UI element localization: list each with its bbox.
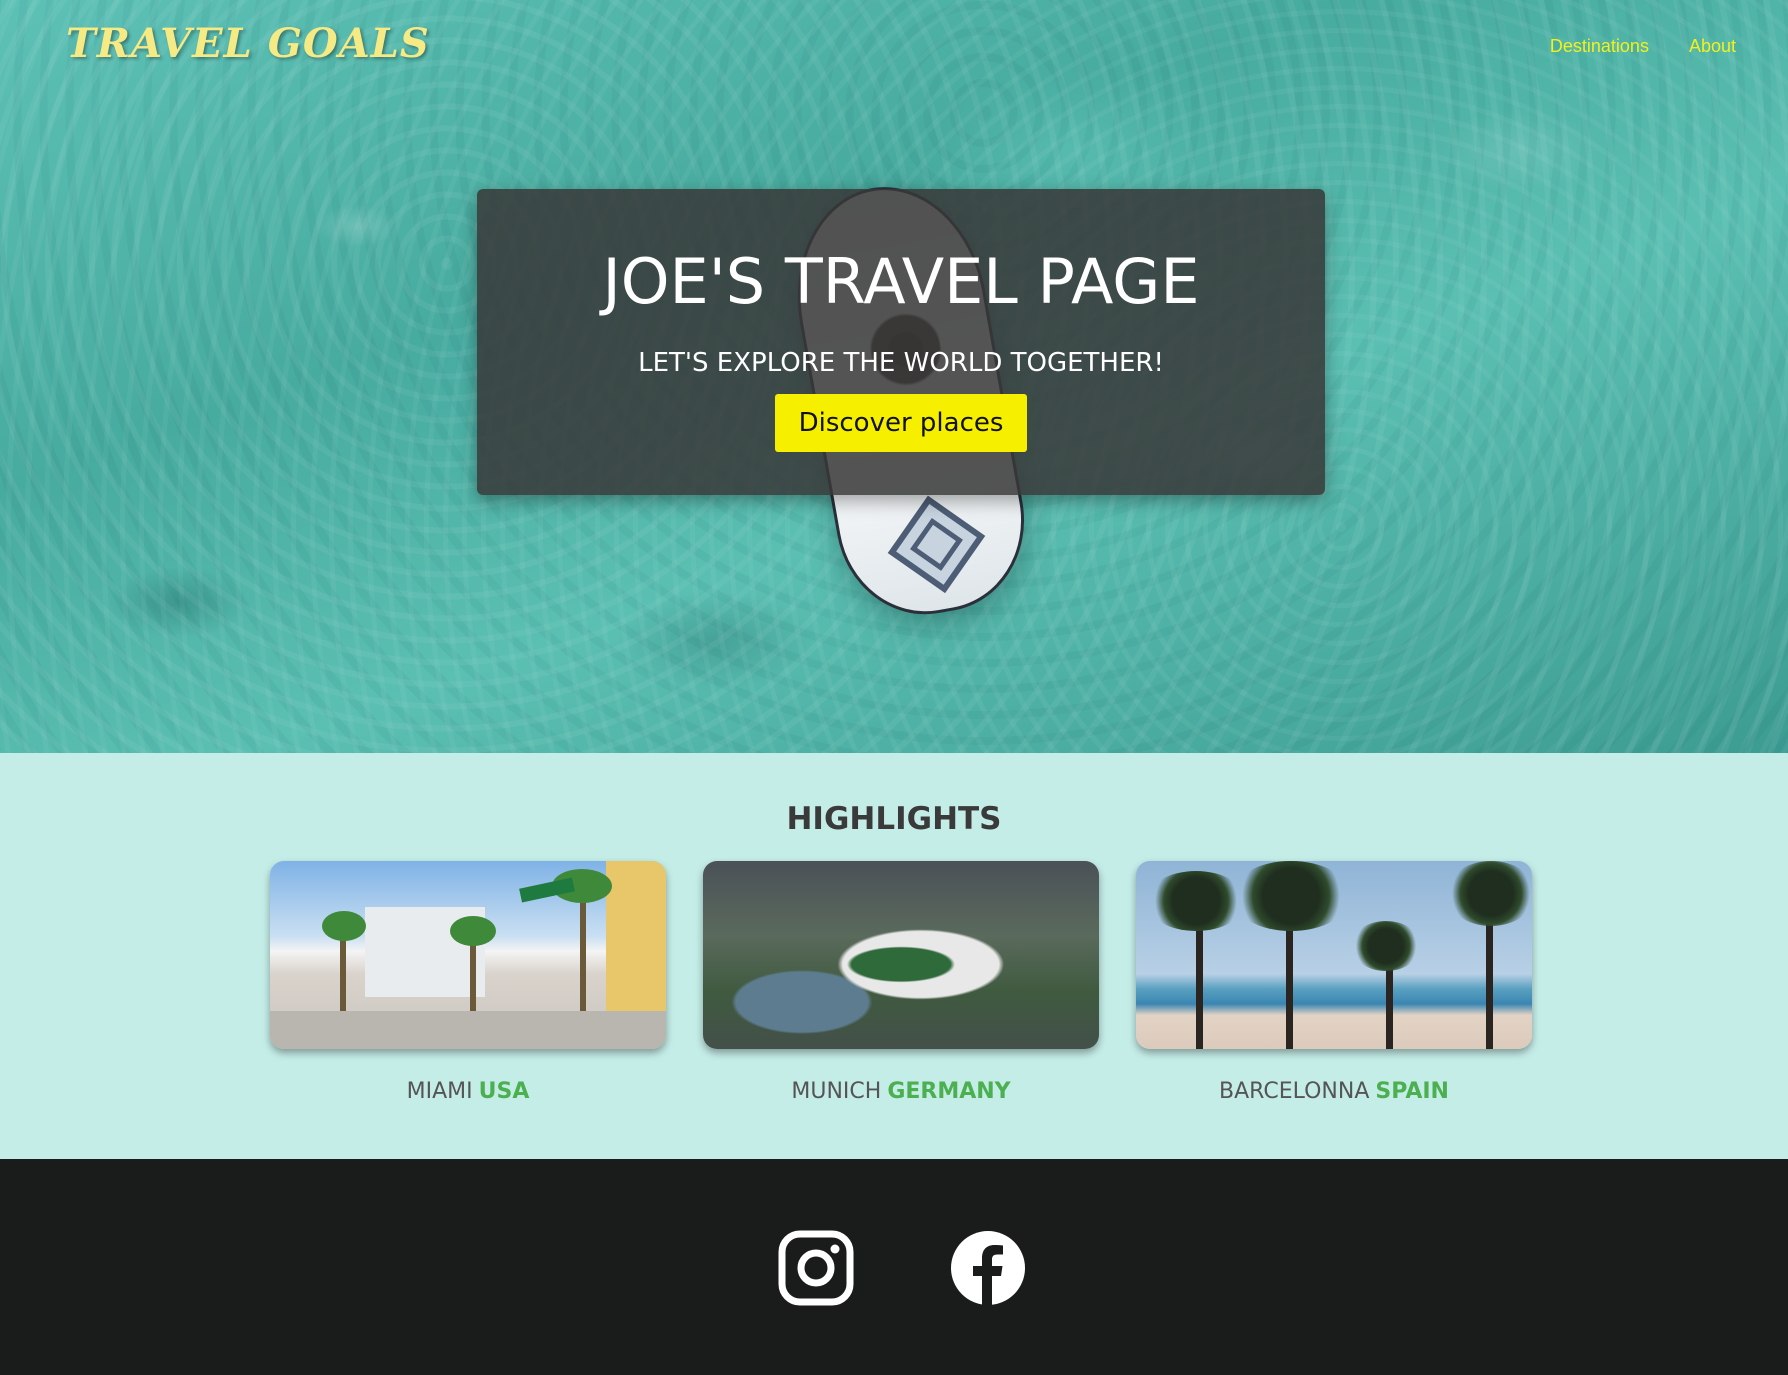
nav-link-destinations[interactable]: Destinations	[1550, 36, 1649, 57]
discover-places-button[interactable]: Discover places	[775, 394, 1027, 452]
highlights-section: HIGHLIGHTS MIAMI USA MUNICH GERMANY BARC…	[0, 753, 1788, 1159]
palm-trunk	[340, 931, 346, 1011]
palm-tree	[1446, 861, 1532, 926]
palm-tree	[1351, 921, 1421, 971]
highlight-card-miami[interactable]: MIAMI USA	[270, 861, 666, 1104]
card-caption-miami: MIAMI USA	[407, 1079, 530, 1104]
barcelona-photo[interactable]	[1136, 861, 1532, 1049]
hero-section: TRAVEL GOALS Destinations About JOE'S TR…	[0, 0, 1788, 753]
card-country: GERMANY	[887, 1079, 1011, 1104]
card-caption-barcelona: BARCELONNA SPAIN	[1219, 1079, 1449, 1104]
card-country: USA	[478, 1079, 530, 1104]
nav-link-about[interactable]: About	[1689, 36, 1736, 57]
card-city: MIAMI	[406, 1079, 473, 1104]
instagram-icon[interactable]	[777, 1229, 855, 1307]
main-nav: Destinations About	[1550, 36, 1736, 57]
palm-tree	[322, 911, 366, 941]
palm-tree	[450, 916, 496, 946]
card-city: BARCELONNA	[1219, 1079, 1370, 1104]
miami-photo[interactable]	[270, 861, 666, 1049]
social-links	[777, 1229, 1027, 1307]
site-logo[interactable]: TRAVEL GOALS	[66, 20, 430, 67]
munich-photo[interactable]	[703, 861, 1099, 1049]
highlight-cards: MIAMI USA MUNICH GERMANY BARCELONNA SPAIN	[270, 861, 1532, 1104]
miami-street	[270, 1011, 666, 1049]
paddleboard-logo	[887, 495, 986, 594]
highlight-card-munich[interactable]: MUNICH GERMANY	[703, 861, 1099, 1104]
miami-building-right	[606, 861, 666, 1021]
facebook-icon[interactable]	[949, 1229, 1027, 1307]
hero-subtitle: LET'S EXPLORE THE WORLD TOGETHER!	[638, 348, 1164, 378]
hero-title: JOE'S TRAVEL PAGE	[602, 245, 1200, 318]
hero-banner: JOE'S TRAVEL PAGE LET'S EXPLORE THE WORL…	[477, 189, 1325, 495]
palm-tree	[1231, 861, 1351, 931]
card-country: SPAIN	[1375, 1079, 1449, 1104]
card-caption-munich: MUNICH GERMANY	[791, 1079, 1010, 1104]
highlights-title: HIGHLIGHTS	[786, 801, 1002, 837]
site-footer	[0, 1159, 1788, 1375]
card-city: MUNICH	[791, 1079, 882, 1104]
highlight-card-barcelona[interactable]: BARCELONNA SPAIN	[1136, 861, 1532, 1104]
